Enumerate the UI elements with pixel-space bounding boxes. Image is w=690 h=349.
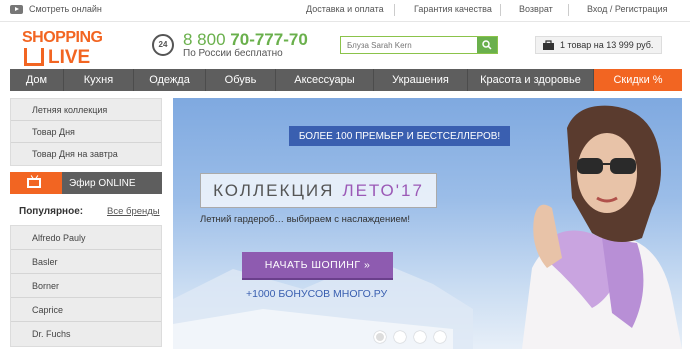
logo[interactable]: SHOPPING LIVE xyxy=(22,29,114,71)
start-shopping-button[interactable]: НАЧАТЬ ШОПИНГ » xyxy=(242,252,393,280)
brand-item[interactable]: Dr. Fuchs xyxy=(11,322,161,346)
return-link[interactable]: Возврат xyxy=(519,4,553,14)
nav-item-sale[interactable]: Скидки % xyxy=(594,69,682,91)
logo-line1: SHOPPING xyxy=(22,29,103,46)
nav-item-accessories[interactable]: Аксессуары xyxy=(276,69,374,91)
sidebar: Летняя коллекция Товар Дня Товар Дня на … xyxy=(10,98,162,347)
sidebar-item-deal[interactable]: Товар Дня xyxy=(11,121,161,143)
sidebar-menu: Летняя коллекция Товар Дня Товар Дня на … xyxy=(10,98,162,166)
carousel-dots xyxy=(374,331,454,343)
live-label: Эфир ONLINE xyxy=(69,177,136,189)
tv-icon-box xyxy=(10,172,62,194)
live-broadcast-button[interactable]: Эфир ONLINE xyxy=(10,172,162,194)
collection-title: КОЛЛЕКЦИЯ ЛЕТО'17 xyxy=(200,173,437,208)
phone-prefix: 8 800 xyxy=(183,30,226,49)
logo-tv-icon xyxy=(24,48,44,66)
delivery-link[interactable]: Доставка и оплата xyxy=(306,4,384,14)
nav-item-beauty[interactable]: Красота и здоровье xyxy=(468,69,594,91)
nav-item-shoes[interactable]: Обувь xyxy=(206,69,276,91)
carousel-dot[interactable] xyxy=(434,331,446,343)
nav-item-kitchen[interactable]: Кухня xyxy=(64,69,134,91)
nav-item-jewelry[interactable]: Украшения xyxy=(374,69,468,91)
cart-button[interactable]: 1 товар на 13 999 руб. xyxy=(535,36,662,54)
all-brands-link[interactable]: Все бренды xyxy=(107,206,160,217)
carousel-dot[interactable] xyxy=(374,331,386,343)
sidebar-item-deal-tomorrow[interactable]: Товар Дня на завтра xyxy=(11,143,161,165)
carousel-dot[interactable] xyxy=(414,331,426,343)
hero-banner[interactable]: БОЛЕЕ 100 ПРЕМЬЕР И БЕСТСЕЛЛЕРОВ! КОЛЛЕК… xyxy=(173,98,682,349)
nav-item-clothes[interactable]: Одежда xyxy=(134,69,206,91)
main-nav: Дом Кухня Одежда Обувь Аксессуары Украше… xyxy=(10,69,682,91)
nav-item-home[interactable]: Дом xyxy=(10,69,64,91)
cart-label: 1 товар на 13 999 руб. xyxy=(560,40,654,50)
search-box xyxy=(340,36,498,54)
top-bar: Смотреть онлайн Доставка и оплата Гарант… xyxy=(0,0,690,22)
search-input[interactable] xyxy=(341,37,477,53)
login-link[interactable]: Вход / Регистрация xyxy=(587,4,667,14)
brand-item[interactable]: Basler xyxy=(11,250,161,274)
collection-accent: ЛЕТО'17 xyxy=(342,180,424,200)
search-icon xyxy=(482,40,492,50)
sidebar-item-summer[interactable]: Летняя коллекция xyxy=(11,99,161,121)
brand-list: Alfredo Pauly Basler Borner Caprice Dr. … xyxy=(10,225,162,347)
phone-note: По России бесплатно xyxy=(183,48,283,59)
bonus-text: +1000 БОНУСОВ МНОГО.РУ xyxy=(246,288,388,300)
quality-link[interactable]: Гарантия качества xyxy=(414,4,492,14)
search-button[interactable] xyxy=(477,37,497,53)
promo-ribbon: БОЛЕЕ 100 ПРЕМЬЕР И БЕСТСЕЛЛЕРОВ! xyxy=(289,126,510,146)
cart-icon xyxy=(543,40,554,50)
phone-24-icon: 24 xyxy=(152,34,174,56)
logo-line2: LIVE xyxy=(48,47,91,68)
brand-item[interactable]: Borner xyxy=(11,274,161,298)
brand-item[interactable]: Alfredo Pauly xyxy=(11,226,161,250)
divider xyxy=(500,4,501,16)
hero-subtitle: Летний гардероб… выбираем с наслаждением… xyxy=(200,214,410,225)
phone-main: 70-777-70 xyxy=(230,30,308,49)
popular-title: Популярное: xyxy=(19,206,84,217)
collection-label: КОЛЛЕКЦИЯ xyxy=(213,180,335,200)
divider xyxy=(394,4,395,16)
tv-icon xyxy=(27,178,41,188)
brand-item[interactable]: Caprice xyxy=(11,298,161,322)
divider xyxy=(568,4,569,16)
top-links: Доставка и оплата Гарантия качества Возв… xyxy=(0,4,690,18)
phone-number[interactable]: 8 800 70-777-70 xyxy=(183,30,308,50)
carousel-dot[interactable] xyxy=(394,331,406,343)
